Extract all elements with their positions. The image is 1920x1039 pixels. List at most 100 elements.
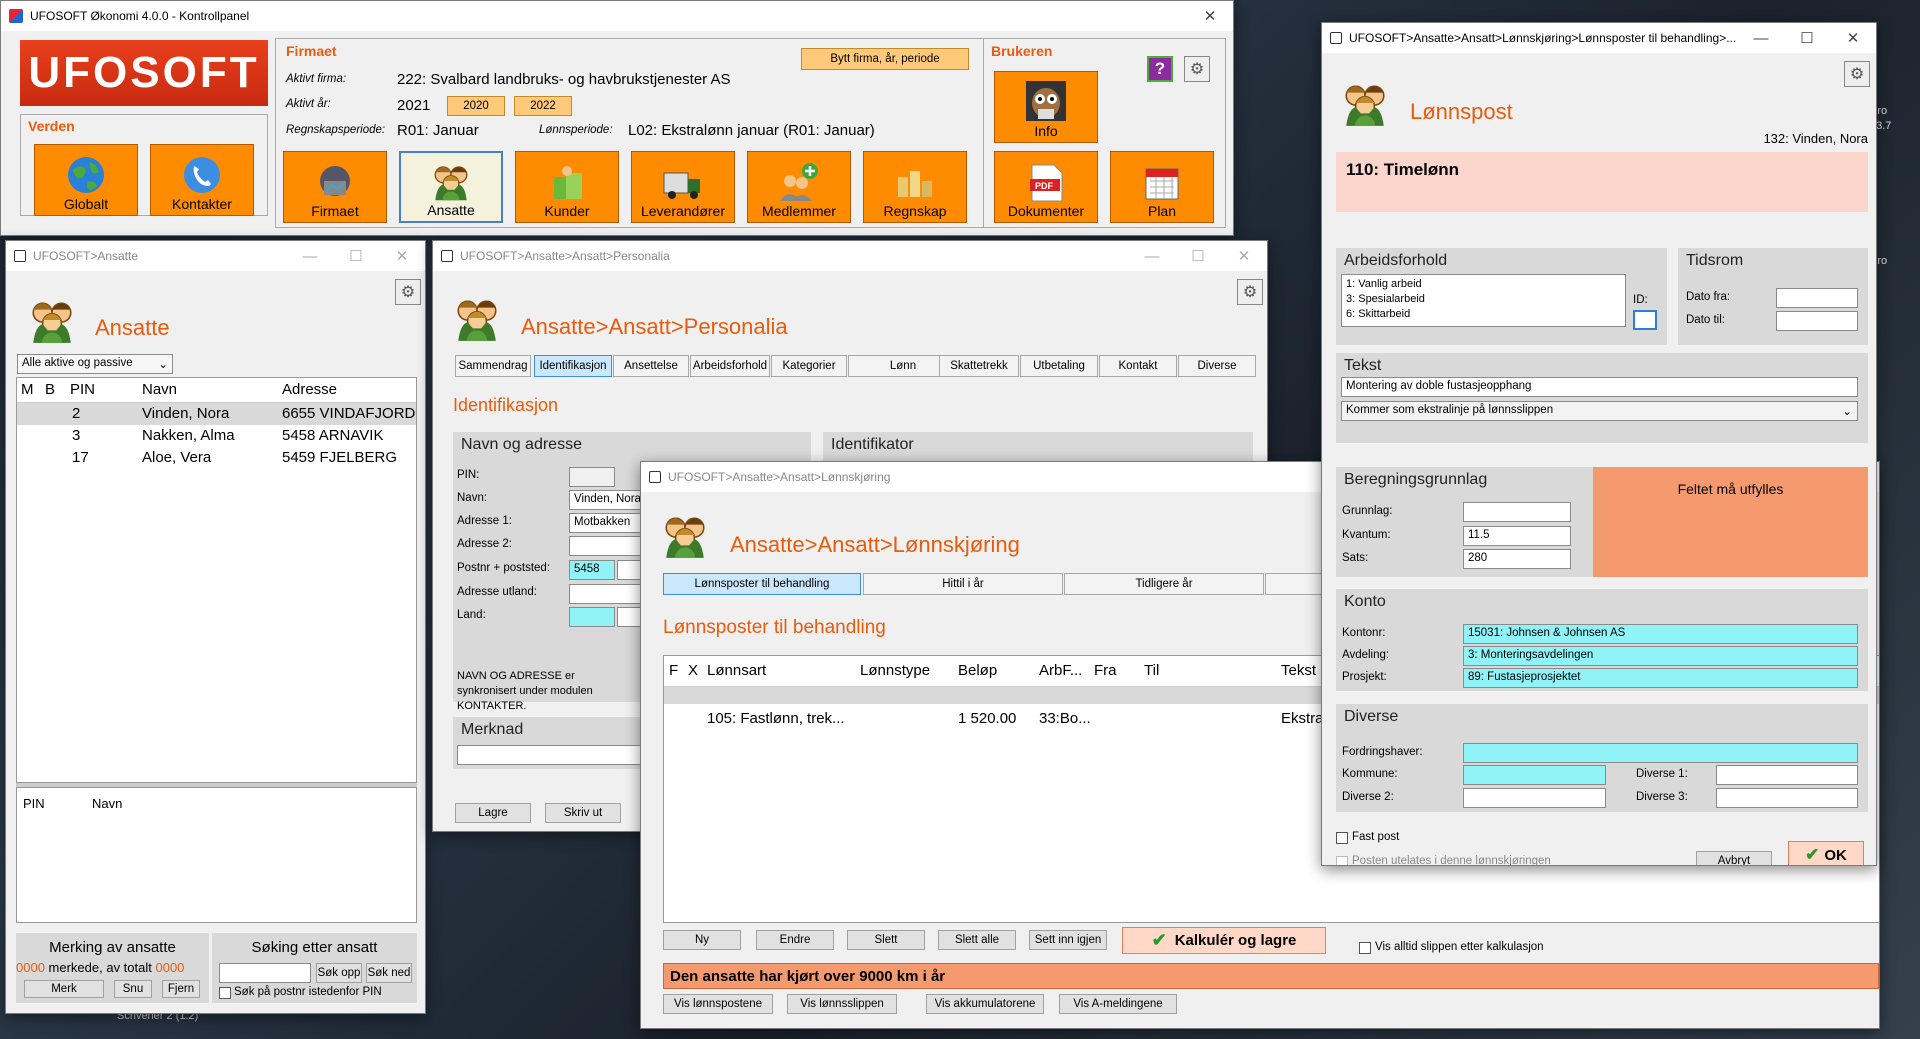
kvantum-field[interactable]: 11.5	[1463, 526, 1571, 546]
fjern-button[interactable]: Fjern	[162, 980, 200, 998]
vis-a-meldingene-button[interactable]: Vis A-meldingene	[1059, 994, 1177, 1014]
gear-icon[interactable]: ⚙	[1184, 56, 1210, 82]
kontakter-button[interactable]: Kontakter	[150, 144, 254, 216]
regnskap-module-button[interactable]: Regnskap	[863, 151, 967, 223]
ansatte-module-button[interactable]: Ansatte	[399, 151, 503, 223]
maximize-icon[interactable]: ☐	[1784, 23, 1830, 53]
tab-kontakt[interactable]: Kontakt	[1099, 355, 1177, 377]
list-item[interactable]: 3: Spesialarbeid	[1346, 292, 1621, 307]
slett-button[interactable]: Slett	[847, 930, 925, 950]
filter-select[interactable]: Alle aktive og passive ⌄	[17, 354, 173, 374]
gear-icon[interactable]: ⚙	[1844, 61, 1870, 87]
pin-field[interactable]	[569, 467, 615, 487]
tab-lonnsposter[interactable]: Lønnsposter til behandling	[663, 573, 861, 595]
prosjekt-field[interactable]: 89: Fustasjeprosjektet	[1463, 668, 1858, 688]
ny-button[interactable]: Ny	[663, 930, 741, 950]
lagre-button[interactable]: Lagre	[455, 803, 531, 823]
kontonr-field[interactable]: 15031: Johnsen & Johnsen AS	[1463, 624, 1858, 644]
col-header[interactable]: F	[669, 662, 678, 679]
col-header[interactable]: B	[45, 381, 55, 398]
search-input[interactable]	[219, 963, 311, 983]
col-header[interactable]: Adresse	[282, 381, 337, 398]
diverse2-field[interactable]	[1463, 788, 1606, 808]
info-button[interactable]: Info	[994, 71, 1098, 143]
tab-ansettelse[interactable]: Ansettelse	[613, 355, 689, 377]
slett-alle-button[interactable]: Slett alle	[938, 930, 1016, 950]
vis-lonnsslippen-button[interactable]: Vis lønnsslippen	[787, 994, 897, 1014]
id-field[interactable]	[1633, 310, 1657, 330]
table-row[interactable]: 17 Aloe, Vera 5459 FJELBERG	[17, 447, 416, 469]
close-icon[interactable]: ✕	[379, 241, 425, 271]
snu-button[interactable]: Snu	[114, 980, 152, 998]
dato-til-field[interactable]	[1776, 311, 1858, 331]
list-item[interactable]: 1: Vanlig arbeid	[1346, 277, 1621, 292]
col-header[interactable]: Tekst	[1281, 662, 1316, 679]
close-icon[interactable]: ✕	[1221, 241, 1267, 271]
col-header[interactable]: Til	[1144, 662, 1159, 679]
col-header[interactable]: Navn	[92, 796, 122, 811]
tab-hittil[interactable]: Hittil i år	[863, 573, 1063, 595]
col-header[interactable]: Beløp	[958, 662, 997, 679]
maximize-icon[interactable]: ☐	[333, 241, 379, 271]
diverse3-field[interactable]	[1716, 788, 1858, 808]
tab-skattetrekk[interactable]: Skattetrekk	[939, 355, 1019, 377]
kommune-field[interactable]	[1463, 765, 1606, 785]
sok-ned-button[interactable]: Søk ned	[366, 963, 412, 983]
land-code-field[interactable]	[569, 607, 615, 627]
tab-identifikasjon[interactable]: Identifikasjon	[534, 355, 612, 377]
utelates-checkbox[interactable]	[1336, 856, 1348, 865]
ok-button[interactable]: ✔ OK	[1788, 841, 1864, 865]
kunder-module-button[interactable]: Kunder	[515, 151, 619, 223]
leverandorer-module-button[interactable]: Leverandører	[631, 151, 735, 223]
vis-lonnspostene-button[interactable]: Vis lønnspostene	[663, 994, 773, 1014]
tab-utbetaling[interactable]: Utbetaling	[1020, 355, 1098, 377]
endre-button[interactable]: Endre	[756, 930, 834, 950]
fast-post-checkbox[interactable]	[1336, 832, 1348, 844]
gear-icon[interactable]: ⚙	[395, 279, 421, 305]
minimize-icon[interactable]: —	[1129, 241, 1175, 271]
minimize-icon[interactable]: —	[287, 241, 333, 271]
tab-sammendrag[interactable]: Sammendrag	[455, 355, 531, 377]
firmaet-module-button[interactable]: Firmaet	[283, 151, 387, 223]
avbryt-button[interactable]: Avbryt	[1696, 851, 1772, 865]
tekst-field[interactable]: Montering av doble fustasjeopphang	[1341, 377, 1858, 397]
bytt-firma-button[interactable]: Bytt firma, år, periode	[801, 48, 969, 70]
minimize-icon[interactable]: —	[1738, 23, 1784, 53]
arbeidsforhold-list[interactable]: 1: Vanlig arbeid 3: Spesialarbeid 6: Ski…	[1341, 274, 1626, 327]
postnr-field[interactable]: 5458	[569, 560, 615, 580]
sett-inn-igjen-button[interactable]: Sett inn igjen	[1029, 930, 1107, 950]
col-header[interactable]: M	[21, 381, 34, 398]
fordringshaver-field[interactable]	[1463, 743, 1858, 763]
skriv-ut-button[interactable]: Skriv ut	[545, 803, 621, 823]
merk-button[interactable]: Merk	[24, 980, 104, 998]
table-row[interactable]: 2 Vinden, Nora 6655 VINDAFJORD	[17, 403, 416, 425]
help-icon[interactable]: ?	[1147, 56, 1173, 82]
avdeling-field[interactable]: 3: Monteringsavdelingen	[1463, 646, 1858, 666]
maximize-icon[interactable]: ☐	[1175, 241, 1221, 271]
sok-opp-button[interactable]: Søk opp	[316, 963, 362, 983]
col-header[interactable]: Lønnsart	[707, 662, 766, 679]
table-row[interactable]: 3 Nakken, Alma 5458 ARNAVIK	[17, 425, 416, 447]
col-header[interactable]: X	[688, 662, 698, 679]
vis-akkumulatorene-button[interactable]: Vis akkumulatorene	[926, 994, 1044, 1014]
list-item[interactable]: 6: Skittarbeid	[1346, 307, 1621, 322]
kalkuler-button[interactable]: ✔ Kalkulér og lagre	[1122, 927, 1326, 954]
close-icon[interactable]: ✕	[1187, 1, 1233, 31]
diverse1-field[interactable]	[1716, 765, 1858, 785]
dato-fra-field[interactable]	[1776, 288, 1858, 308]
dokumenter-button[interactable]: PDF Dokumenter	[994, 151, 1098, 223]
next-year-button[interactable]: 2022	[514, 96, 572, 116]
tekst-select[interactable]: Kommer som ekstralinje på lønnsslippen ⌄	[1341, 401, 1858, 421]
plan-button[interactable]: Plan	[1110, 151, 1214, 223]
tab-arbeidsforhold[interactable]: Arbeidsforhold	[690, 355, 770, 377]
tab-diverse[interactable]: Diverse	[1178, 355, 1256, 377]
col-header[interactable]: Lønnstype	[860, 662, 930, 679]
globalt-button[interactable]: Globalt	[34, 144, 138, 216]
col-header[interactable]: Fra	[1094, 662, 1117, 679]
grunnlag-field[interactable]	[1463, 502, 1571, 522]
gear-icon[interactable]: ⚙	[1237, 279, 1263, 305]
postnr-checkbox[interactable]	[219, 987, 231, 999]
close-icon[interactable]: ✕	[1830, 23, 1876, 53]
vis-alltid-checkbox[interactable]	[1359, 942, 1371, 954]
col-header[interactable]: PIN	[23, 796, 45, 811]
